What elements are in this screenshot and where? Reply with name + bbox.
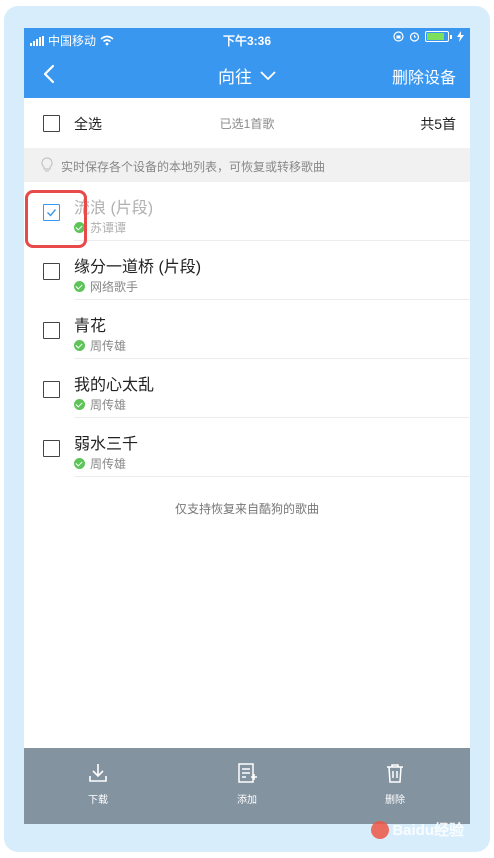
check-icon bbox=[47, 209, 57, 217]
delete-device-button[interactable]: 删除设备 bbox=[392, 64, 456, 88]
add-button[interactable]: 添加 bbox=[217, 762, 277, 806]
local-status-icon bbox=[74, 222, 85, 233]
local-status-icon bbox=[74, 340, 85, 351]
page-title: 向往 bbox=[218, 68, 252, 87]
local-status-icon bbox=[74, 399, 85, 410]
song-checkbox[interactable] bbox=[43, 381, 60, 398]
selection-bar: 全选 已选1首歌 共5首 bbox=[24, 98, 470, 149]
song-checkbox[interactable] bbox=[43, 204, 60, 221]
alarm-icon bbox=[409, 32, 420, 42]
download-label: 下载 bbox=[88, 795, 108, 806]
local-status-icon bbox=[74, 281, 85, 292]
download-icon bbox=[89, 764, 107, 782]
rotation-lock-icon bbox=[393, 31, 404, 42]
song-checkbox[interactable] bbox=[43, 263, 60, 280]
screenshot-frame: 中国移动 下午3:36 向往 删除设备 全选 已选1首歌 共5首 实时保存各个设… bbox=[0, 0, 494, 858]
phone-screen: 中国移动 下午3:36 向往 删除设备 全选 已选1首歌 共5首 实时保存各个设… bbox=[24, 28, 470, 824]
song-title: 流浪 (片段) bbox=[74, 200, 154, 217]
song-artist: 周传雄 bbox=[90, 398, 127, 412]
lightbulb-icon bbox=[41, 157, 53, 172]
local-status-icon bbox=[74, 458, 85, 469]
song-title: 缘分一道桥 (片段) bbox=[74, 259, 202, 276]
delete-button[interactable]: 删除 bbox=[365, 762, 425, 806]
list-item[interactable]: 弱水三千 周传雄 bbox=[24, 418, 470, 477]
song-artist: 周传雄 bbox=[90, 339, 127, 353]
selected-count: 已选1首歌 bbox=[219, 117, 275, 131]
list-item[interactable]: 我的心太乱 周传雄 bbox=[24, 359, 470, 418]
list-item[interactable]: 流浪 (片段) 苏谭谭 bbox=[24, 182, 470, 241]
total-count: 共5首 bbox=[420, 116, 456, 132]
trash-icon bbox=[387, 764, 403, 783]
footnote-text: 仅支持恢复来自酷狗的歌曲 bbox=[174, 502, 319, 516]
song-list: 流浪 (片段) 苏谭谭 缘分一道桥 (片段) 网络歌手 青花 周传雄 我的心太乱… bbox=[24, 182, 470, 477]
song-title: 青花 bbox=[74, 318, 107, 335]
status-bar: 中国移动 下午3:36 bbox=[24, 28, 470, 50]
navigation-bar: 向往 删除设备 bbox=[24, 50, 470, 98]
add-to-list-icon bbox=[238, 763, 257, 783]
chevron-down-icon bbox=[260, 70, 276, 80]
baidu-paw-icon bbox=[371, 820, 390, 839]
song-artist: 苏谭谭 bbox=[90, 221, 127, 235]
song-checkbox[interactable] bbox=[43, 322, 60, 339]
device-title-dropdown[interactable]: 向往 bbox=[218, 63, 276, 88]
song-title: 我的心太乱 bbox=[74, 377, 155, 394]
battery-icon bbox=[425, 31, 449, 42]
song-artist: 网络歌手 bbox=[90, 280, 139, 294]
add-label: 添加 bbox=[237, 795, 257, 806]
song-checkbox[interactable] bbox=[43, 440, 60, 457]
baidu-watermark: Baidu经验 bbox=[371, 819, 464, 840]
bottom-toolbar: 下载 添加 删除 bbox=[24, 748, 470, 824]
delete-label: 删除 bbox=[385, 795, 405, 806]
list-item[interactable]: 青花 周传雄 bbox=[24, 300, 470, 359]
info-banner: 实时保存各个设备的本地列表，可恢复或转移歌曲 bbox=[24, 148, 470, 182]
song-title: 弱水三千 bbox=[74, 436, 139, 453]
info-banner-text: 实时保存各个设备的本地列表，可恢复或转移歌曲 bbox=[61, 160, 326, 174]
download-button[interactable]: 下载 bbox=[68, 762, 128, 806]
charging-icon bbox=[457, 31, 464, 42]
watermark-text: Baidu经验 bbox=[392, 822, 464, 839]
song-artist: 周传雄 bbox=[90, 457, 127, 471]
list-item[interactable]: 缘分一道桥 (片段) 网络歌手 bbox=[24, 241, 470, 300]
